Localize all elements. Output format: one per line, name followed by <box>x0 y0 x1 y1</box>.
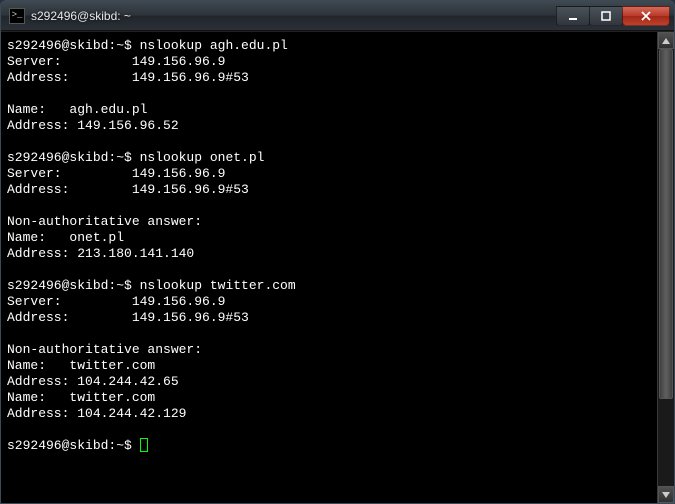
scroll-thumb[interactable] <box>659 49 673 399</box>
terminal-line: Name: twitter.com <box>7 390 653 406</box>
terminal-line <box>7 262 653 278</box>
terminal-line: Address: 104.244.42.129 <box>7 406 653 422</box>
terminal-line: Name: agh.edu.pl <box>7 102 653 118</box>
terminal-line <box>7 86 653 102</box>
terminal-line <box>7 198 653 214</box>
terminal-line: Server: 149.156.96.9 <box>7 294 653 310</box>
scroll-down-button[interactable] <box>658 486 674 503</box>
terminal-line <box>7 326 653 342</box>
terminal-line: Non-authoritative answer: <box>7 342 653 358</box>
minimize-button[interactable] <box>556 6 590 26</box>
terminal-line: s292496@skibd:~$ nslookup twitter.com <box>7 278 653 294</box>
terminal-line: Address: 213.180.141.140 <box>7 246 653 262</box>
terminal-line: Address: 149.156.96.9#53 <box>7 310 653 326</box>
maximize-button[interactable] <box>589 6 623 26</box>
app-icon: >_ <box>9 8 25 24</box>
cursor-icon <box>140 438 148 452</box>
terminal-output[interactable]: s292496@skibd:~$ nslookup agh.edu.plServ… <box>1 32 657 503</box>
scroll-track[interactable] <box>658 49 674 486</box>
terminal-window: >_ s292496@skibd: ~ s292496@skibd:~$ nsl… <box>0 0 675 504</box>
window-title: s292496@skibd: ~ <box>31 9 557 23</box>
terminal-prompt-line[interactable]: s292496@skibd:~$ <box>7 438 653 454</box>
terminal-line: Address: 149.156.96.9#53 <box>7 182 653 198</box>
terminal-line <box>7 134 653 150</box>
close-button[interactable] <box>622 6 670 26</box>
terminal-body: s292496@skibd:~$ nslookup agh.edu.plServ… <box>1 31 674 503</box>
terminal-line: Non-authoritative answer: <box>7 214 653 230</box>
window-controls <box>557 6 670 26</box>
scroll-up-button[interactable] <box>658 32 674 49</box>
terminal-line: Address: 149.156.96.9#53 <box>7 70 653 86</box>
terminal-line: s292496@skibd:~$ nslookup onet.pl <box>7 150 653 166</box>
scrollbar[interactable] <box>657 32 674 503</box>
terminal-line: Address: 149.156.96.52 <box>7 118 653 134</box>
terminal-line: Name: twitter.com <box>7 358 653 374</box>
terminal-line: Server: 149.156.96.9 <box>7 54 653 70</box>
terminal-line: Address: 104.244.42.65 <box>7 374 653 390</box>
terminal-line <box>7 422 653 438</box>
titlebar[interactable]: >_ s292496@skibd: ~ <box>1 1 674 31</box>
terminal-line: s292496@skibd:~$ nslookup agh.edu.pl <box>7 38 653 54</box>
terminal-line: Name: onet.pl <box>7 230 653 246</box>
terminal-line: Server: 149.156.96.9 <box>7 166 653 182</box>
